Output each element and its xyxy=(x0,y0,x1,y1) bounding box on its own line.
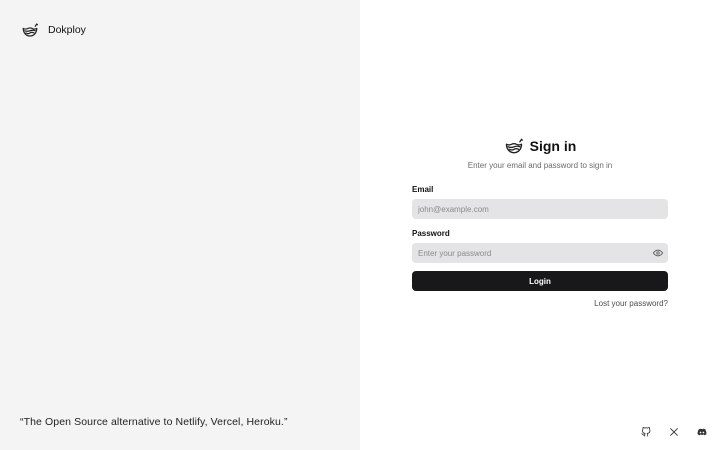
signin-header: Sign in xyxy=(360,136,720,156)
signin-panel: Sign in Enter your email and password to… xyxy=(360,0,720,450)
x-icon xyxy=(670,428,678,436)
login-button[interactable]: Login xyxy=(412,271,668,291)
brand-panel: Dokploy “The Open Source alternative to … xyxy=(0,0,360,450)
email-label: Email xyxy=(412,185,434,194)
email-field[interactable] xyxy=(412,199,668,219)
discord-link[interactable] xyxy=(696,426,708,438)
github-icon xyxy=(641,427,651,437)
dokploy-logo-icon xyxy=(505,138,523,154)
password-visibility-toggle[interactable] xyxy=(652,247,664,259)
password-field[interactable] xyxy=(412,243,668,263)
tagline-quote: “The Open Source alternative to Netlify,… xyxy=(20,416,288,428)
password-label: Password xyxy=(412,229,450,238)
lost-password-link[interactable]: Lost your password? xyxy=(594,299,668,308)
brand-name: Dokploy xyxy=(48,24,86,36)
signin-subtitle: Enter your email and password to sign in xyxy=(467,161,613,170)
x-link[interactable] xyxy=(668,426,680,438)
github-link[interactable] xyxy=(640,426,652,438)
brand[interactable]: Dokploy xyxy=(21,21,86,39)
discord-icon xyxy=(697,428,707,436)
eye-icon xyxy=(653,249,663,257)
dokploy-logo-icon xyxy=(22,23,39,37)
page-title: Sign in xyxy=(529,138,577,154)
social-links xyxy=(360,426,720,438)
